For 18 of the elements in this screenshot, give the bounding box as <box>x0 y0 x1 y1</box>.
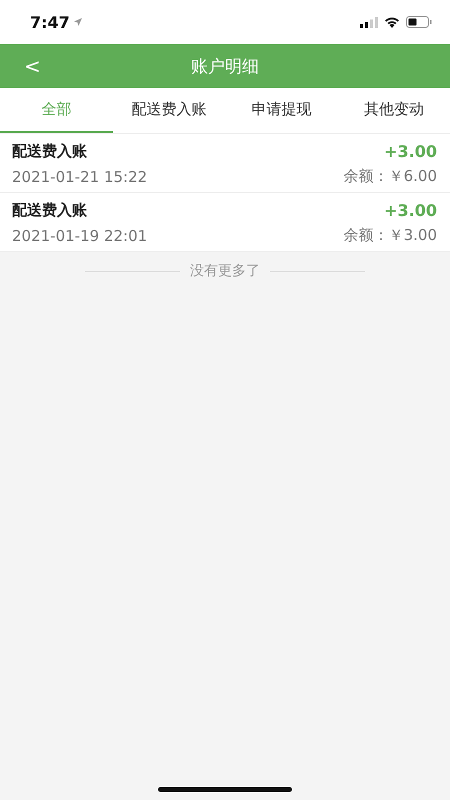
tab[interactable]: 申请提现 <box>225 88 338 133</box>
record-balance: 余额：￥3.00 <box>344 226 437 245</box>
record-amount: +3.00 <box>384 142 437 161</box>
record-balance: 余额：￥6.00 <box>344 167 437 186</box>
location-arrow-icon <box>74 18 82 26</box>
record-time: 2021-01-21 15:22 <box>12 168 148 186</box>
record-title: 配送费入账 <box>12 201 87 220</box>
battery-icon <box>406 16 432 28</box>
end-note: 没有更多了 <box>190 262 260 280</box>
tab[interactable]: 配送费入账 <box>112 88 225 133</box>
status-time: 7:47 <box>30 12 70 32</box>
wifi-icon <box>384 16 400 28</box>
signal-icon <box>360 16 378 28</box>
record-title: 配送费入账 <box>12 142 87 161</box>
record-time: 2021-01-19 22:01 <box>12 226 148 244</box>
record-amount: +3.00 <box>384 201 437 220</box>
tab[interactable]: 其他变动 <box>338 88 450 133</box>
page-title: 账户明细 <box>191 56 259 78</box>
